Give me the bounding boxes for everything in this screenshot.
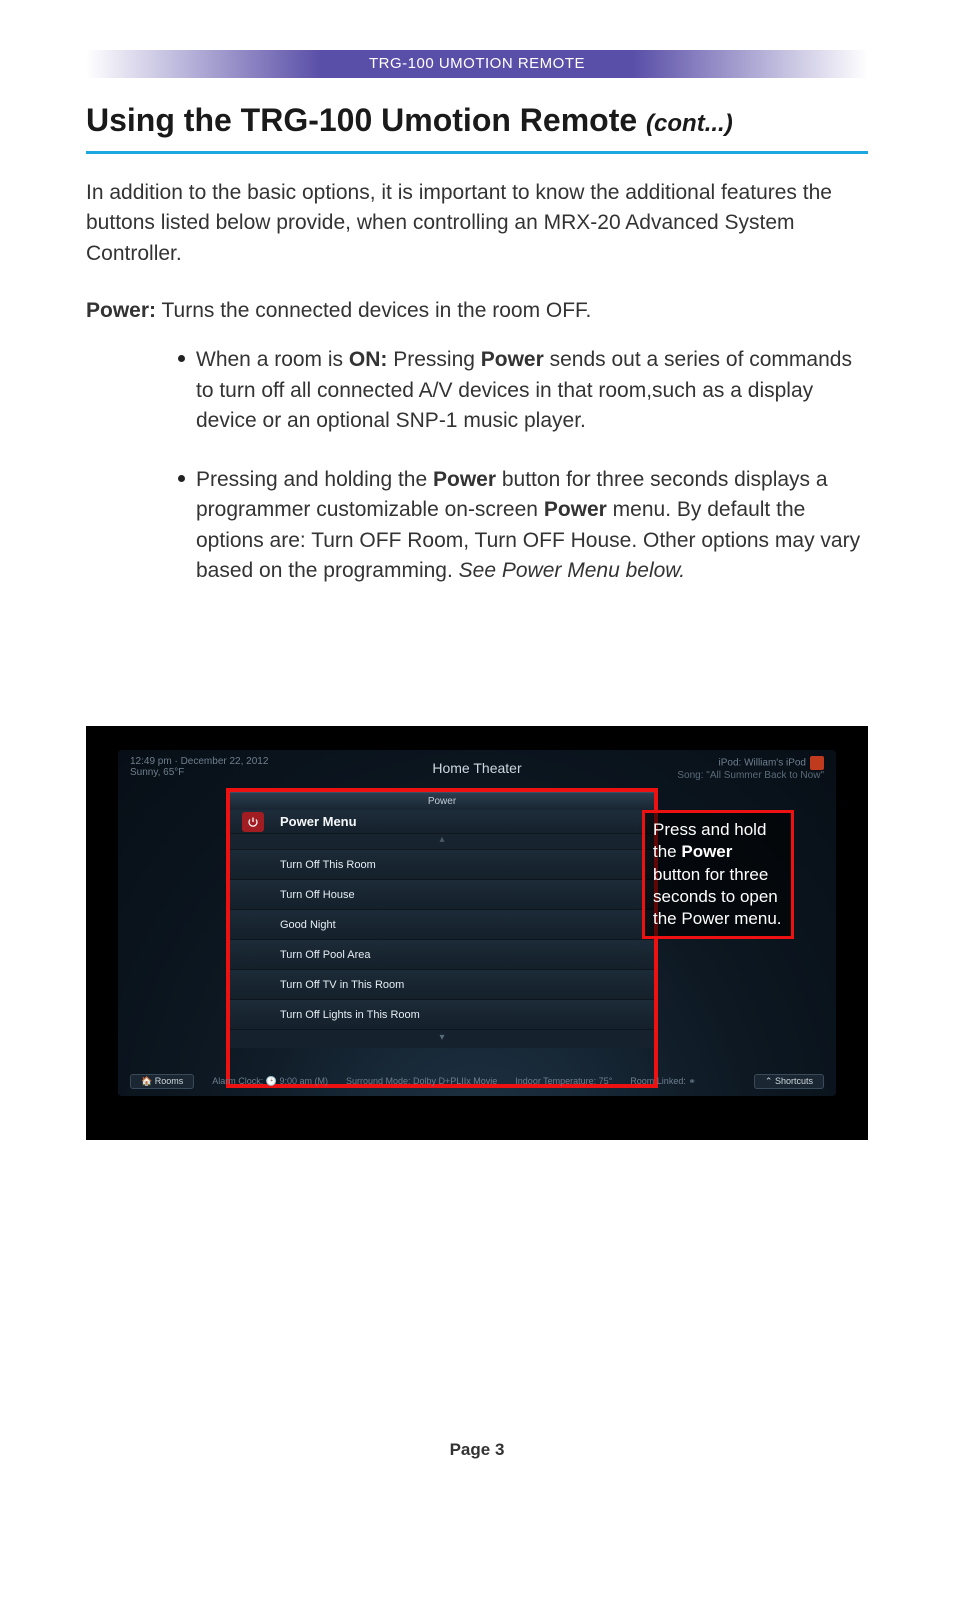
bullet-2: Pressing and holding the Power button fo… xyxy=(178,465,868,587)
osd-now-playing: iPod: William's iPod Song: "All Summer B… xyxy=(677,756,824,781)
bullet-1-a: When a room is xyxy=(196,348,349,371)
rooms-button[interactable]: 🏠 Rooms xyxy=(130,1074,194,1089)
power-definition: Power: Turns the connected devices in th… xyxy=(86,299,868,323)
bullet-1-power: Power xyxy=(481,348,544,371)
shortcuts-label: Shortcuts xyxy=(775,1076,813,1086)
bullet-2-see: See Power Menu below. xyxy=(459,559,685,582)
banner-text: TRG-100 UMOTION REMOTE xyxy=(369,55,585,72)
screenshot-embed: 12:49 pm · December 22, 2012 Sunny, 65°F… xyxy=(86,726,868,1140)
page-title: Using the TRG-100 Umotion Remote (cont..… xyxy=(86,102,868,139)
temperature-status: Indoor Temperature: 75° xyxy=(515,1076,612,1086)
callout-power: Power xyxy=(681,842,732,861)
bullet-2-power-1: Power xyxy=(433,468,496,491)
bullet-1-on: ON: xyxy=(349,348,388,371)
power-menu-highlight-frame xyxy=(226,788,658,1088)
osd-ipod-label: iPod: xyxy=(719,758,742,769)
callout-b: button for three seconds to open the Pow… xyxy=(653,865,782,928)
rooms-label: Rooms xyxy=(155,1076,184,1086)
bullet-2-power-2: Power xyxy=(544,498,607,521)
osd-song: Song: "All Summer Back to Now" xyxy=(677,770,824,781)
power-label: Power: xyxy=(86,299,156,322)
alarm-status: Alarm Clock: 🕑 9:00 am (M) xyxy=(212,1076,328,1087)
doc-header-banner: TRG-100 UMOTION REMOTE xyxy=(86,50,868,78)
shortcuts-button[interactable]: ⌃ Shortcuts xyxy=(754,1074,824,1089)
surround-status: Surround Mode: Dolby D+PLIIx Movie xyxy=(346,1076,497,1086)
title-main: Using the TRG-100 Umotion Remote xyxy=(86,102,646,138)
page-number: Page 3 xyxy=(86,1440,868,1460)
osd-top-bar: 12:49 pm · December 22, 2012 Sunny, 65°F… xyxy=(130,756,824,786)
feature-bullets: When a room is ON: Pressing Power sends … xyxy=(178,345,868,586)
callout-box: Press and hold the Power button for thre… xyxy=(642,810,794,938)
intro-paragraph: In addition to the basic options, it is … xyxy=(86,178,868,269)
bullet-2-a: Pressing and holding the xyxy=(196,468,433,491)
bullet-1: When a room is ON: Pressing Power sends … xyxy=(178,345,868,436)
album-art-icon xyxy=(810,756,824,770)
osd-ipod-value: William's iPod xyxy=(741,758,806,769)
title-rule xyxy=(86,151,868,154)
room-link-status: Room Linked: ⚭ xyxy=(630,1076,696,1087)
osd-screen: 12:49 pm · December 22, 2012 Sunny, 65°F… xyxy=(118,750,836,1096)
osd-bottom-bar: 🏠 Rooms Alarm Clock: 🕑 9:00 am (M) Surro… xyxy=(130,1072,824,1090)
bullet-1-b: Pressing xyxy=(387,348,480,371)
title-cont: (cont...) xyxy=(646,110,733,137)
power-text: Turns the connected devices in the room … xyxy=(156,299,591,322)
